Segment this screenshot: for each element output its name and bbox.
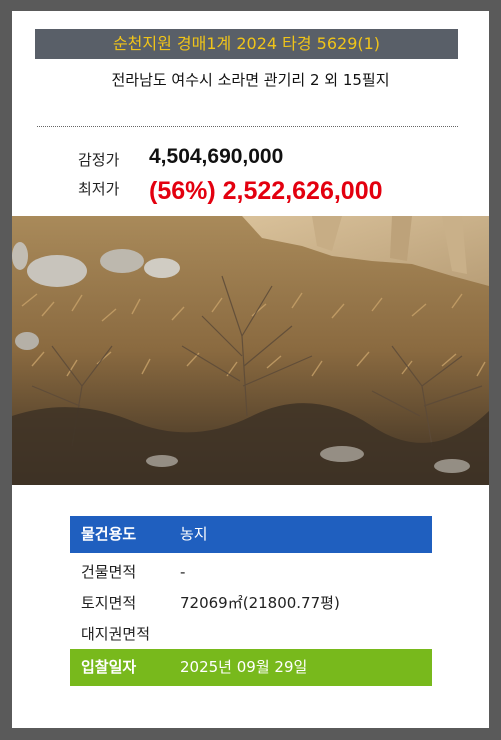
property-address: 전라남도 여수시 소라면 관기리 2 외 15필지 (111, 71, 390, 89)
usage-value: 농지 (180, 525, 208, 543)
minimum-price-label: 최저가 (78, 180, 120, 198)
case-title: 순천지원 경매1계 2024 타경 5629(1) (112, 34, 381, 53)
appraisal-price-value: 4,504,690,000 (149, 145, 284, 168)
case-title-bar: 순천지원 경매1계 2024 타경 5629(1) (35, 29, 458, 59)
dotted-divider (37, 126, 458, 127)
bid-date-row: 입찰일자 2025년 09월 29일 (70, 649, 432, 686)
minimum-price-value: (56%) 2,522,626,000 (149, 177, 383, 205)
usage-label: 물건용도 (81, 525, 137, 543)
land-rights-label: 대지권면적 (81, 625, 151, 643)
appraisal-price-label: 감정가 (78, 151, 120, 169)
usage-row: 물건용도 농지 (70, 516, 432, 553)
auction-card: 순천지원 경매1계 2024 타경 5629(1) 전라남도 여수시 소라면 관… (12, 11, 489, 728)
property-photo (12, 216, 489, 485)
land-rights-row: 대지권면적 (70, 616, 432, 653)
bid-date-value: 2025년 09월 29일 (180, 658, 308, 676)
bid-date-label: 입찰일자 (81, 658, 137, 676)
